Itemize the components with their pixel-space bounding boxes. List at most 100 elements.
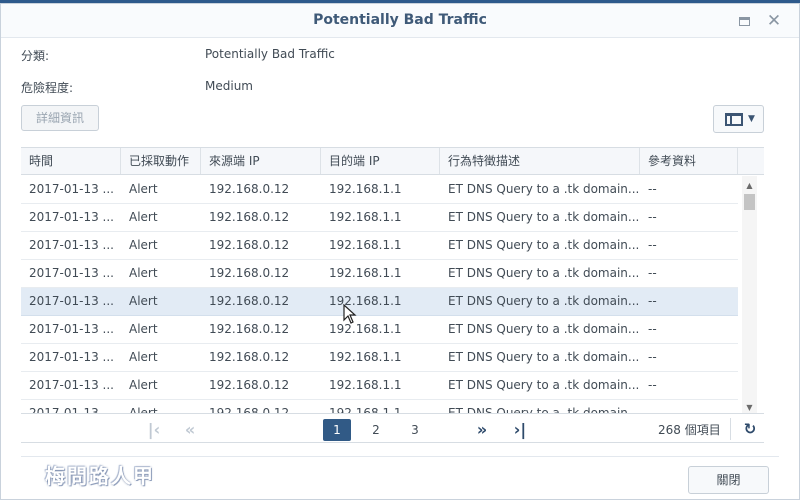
cell-dest-ip: 192.168.1.1 <box>329 182 402 196</box>
pagination-bar: |‹ « 1 2 3 » ›| 268 個項目 ↻ <box>21 413 764 443</box>
column-header-action[interactable]: 已採取動作 <box>121 148 201 174</box>
cell-reference: -- <box>648 378 657 392</box>
cell-source-ip: 192.168.0.12 <box>209 378 290 392</box>
details-button[interactable]: 詳細資訊 <box>21 105 99 131</box>
layout-menu-button[interactable]: ▼ <box>713 105 764 133</box>
cell-source-ip: 192.168.0.12 <box>209 406 290 413</box>
item-count: 268 個項目 <box>658 423 721 437</box>
column-header-time[interactable]: 時間 <box>21 148 121 174</box>
category-value: Potentially Bad Traffic <box>205 47 335 61</box>
scrollbar-thumb[interactable] <box>744 194 755 210</box>
refresh-button[interactable]: ↻ <box>739 418 761 440</box>
scroll-up-icon[interactable]: ▲ <box>745 181 754 190</box>
column-header-dest-ip[interactable]: 目的端 IP <box>321 148 440 174</box>
cell-source-ip: 192.168.0.12 <box>209 322 290 336</box>
cell-source-ip: 192.168.0.12 <box>209 182 290 196</box>
previous-page-button[interactable]: « <box>179 419 201 441</box>
table-row[interactable]: 2017-01-13 ... Alert 192.168.0.12 192.168.1… <box>21 260 738 288</box>
cell-action: Alert <box>129 406 158 413</box>
cell-signature: ET DNS Query to a .tk domain... <box>448 210 640 224</box>
cell-reference: -- <box>648 182 657 196</box>
traffic-table: 時間 已採取動作 來源端 IP 目的端 IP 行為特徵描述 參考資料 2017-… <box>21 147 764 413</box>
cell-dest-ip: 192.168.1.1 <box>329 322 402 336</box>
cell-time: 2017-01-13 ... <box>29 322 114 336</box>
cell-time: 2017-01-13 ... <box>29 266 114 280</box>
cell-reference: -- <box>648 350 657 364</box>
cell-time: 2017-01-13 ... <box>29 182 114 196</box>
table-row[interactable]: 2017-01-13 ... Alert 192.168.0.12 192.168.1… <box>21 204 738 232</box>
cell-signature: ET DNS Query to a .tk domain... <box>448 266 640 280</box>
cell-signature: ET DNS Query to a .tk domain... <box>448 238 640 252</box>
close-button[interactable]: 關閉 <box>688 466 769 494</box>
cell-reference: -- <box>648 294 657 308</box>
cell-reference: -- <box>648 238 657 252</box>
cell-action: Alert <box>129 266 158 280</box>
cell-signature: ET DNS Query to a .tk domain... <box>448 350 640 364</box>
cell-time: 2017-01-13 ... <box>29 238 114 252</box>
severity-value: Medium <box>205 79 253 93</box>
column-header-source-ip[interactable]: 來源端 IP <box>201 148 321 174</box>
mouse-cursor-icon <box>343 304 357 324</box>
cell-action: Alert <box>129 378 158 392</box>
cell-dest-ip: 192.168.1.1 <box>329 294 402 308</box>
table-row[interactable]: 2017-01-13 ... Alert 192.168.0.12 192.168.1… <box>21 400 738 413</box>
last-page-button[interactable]: ›| <box>509 419 531 441</box>
page-button-2[interactable]: 2 <box>365 419 387 441</box>
category-label: 分類: <box>21 49 50 63</box>
cell-reference: -- <box>648 210 657 224</box>
cell-dest-ip: 192.168.1.1 <box>329 266 402 280</box>
dialog-title: Potentially Bad Traffic <box>313 12 487 28</box>
page-button-1[interactable]: 1 <box>323 419 351 441</box>
close-window-button[interactable]: ✕ <box>765 12 783 30</box>
layout-panel-icon <box>725 113 743 126</box>
cell-reference: -- <box>648 266 657 280</box>
cell-source-ip: 192.168.0.12 <box>209 294 290 308</box>
cell-reference: -- <box>648 406 657 413</box>
title-bar[interactable]: Potentially Bad Traffic ✕ <box>1 4 799 38</box>
maximize-icon <box>738 17 750 26</box>
cell-source-ip: 192.168.0.12 <box>209 266 290 280</box>
table-row[interactable]: 2017-01-13 ... Alert 192.168.0.12 192.168.1… <box>21 316 738 344</box>
maximize-button[interactable] <box>735 12 753 30</box>
next-page-button[interactable]: » <box>471 419 493 441</box>
caret-down-icon: ▼ <box>748 114 755 124</box>
table-header: 時間 已採取動作 來源端 IP 目的端 IP 行為特徵描述 參考資料 <box>21 148 764 175</box>
cell-time: 2017-01-13 ... <box>29 406 114 413</box>
table-row[interactable]: 2017-01-13 ... Alert 192.168.0.12 192.168.1… <box>21 288 738 316</box>
pager-divider <box>730 418 731 440</box>
cell-dest-ip: 192.168.1.1 <box>329 210 402 224</box>
severity-label: 危險程度: <box>21 81 74 95</box>
table-row[interactable]: 2017-01-13 ... Alert 192.168.0.12 192.168.1… <box>21 344 738 372</box>
cell-reference: -- <box>648 322 657 336</box>
cell-time: 2017-01-13 ... <box>29 294 114 308</box>
cell-time: 2017-01-13 ... <box>29 378 114 392</box>
table-body: 2017-01-13 ... Alert 192.168.0.12 192.168.1… <box>21 176 738 413</box>
table-row[interactable]: 2017-01-13 ... Alert 192.168.0.12 192.168.1… <box>21 232 738 260</box>
cell-signature: ET DNS Query to a .tk domain... <box>448 406 640 413</box>
first-page-button[interactable]: |‹ <box>143 419 165 441</box>
vertical-scrollbar[interactable]: ▲ ▼ <box>742 176 757 413</box>
cell-time: 2017-01-13 ... <box>29 210 114 224</box>
column-header-reference[interactable]: 參考資料 <box>640 148 738 174</box>
close-icon: ✕ <box>766 11 782 31</box>
table-row[interactable]: 2017-01-13 ... Alert 192.168.0.12 192.168.1… <box>21 372 738 400</box>
column-header-signature[interactable]: 行為特徵描述 <box>440 148 640 174</box>
cell-signature: ET DNS Query to a .tk domain... <box>448 322 640 336</box>
cell-source-ip: 192.168.0.12 <box>209 210 290 224</box>
cell-signature: ET DNS Query to a .tk domain... <box>448 294 640 308</box>
cell-source-ip: 192.168.0.12 <box>209 238 290 252</box>
cell-dest-ip: 192.168.1.1 <box>329 406 402 413</box>
cell-action: Alert <box>129 350 158 364</box>
cell-dest-ip: 192.168.1.1 <box>329 350 402 364</box>
table-row[interactable]: 2017-01-13 ... Alert 192.168.0.12 192.168.1… <box>21 176 738 204</box>
cell-action: Alert <box>129 238 158 252</box>
footer-divider <box>21 456 779 457</box>
watermark: 梅問路人甲 <box>45 464 155 488</box>
scroll-down-icon[interactable]: ▼ <box>745 403 754 412</box>
cell-action: Alert <box>129 322 158 336</box>
cell-signature: ET DNS Query to a .tk domain... <box>448 378 640 392</box>
cell-action: Alert <box>129 210 158 224</box>
cell-dest-ip: 192.168.1.1 <box>329 238 402 252</box>
cell-signature: ET DNS Query to a .tk domain... <box>448 182 640 196</box>
page-button-3[interactable]: 3 <box>404 419 426 441</box>
